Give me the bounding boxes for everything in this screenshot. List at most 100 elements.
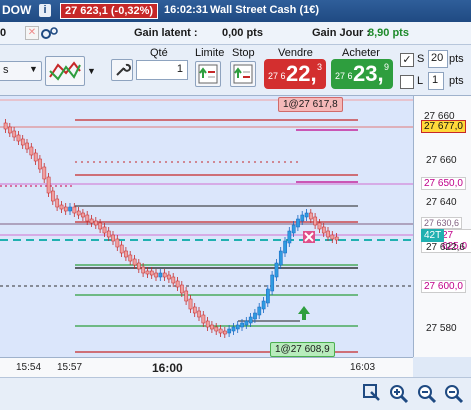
candle (158, 272, 163, 278)
quantity-input[interactable]: 1 (136, 60, 188, 80)
y-tick: 27 580 (426, 323, 457, 334)
buy-button[interactable]: 27 6 23, 9 (331, 59, 393, 89)
candle (167, 274, 171, 280)
stop-order-button[interactable] (230, 61, 256, 87)
stop-checkbox[interactable]: ✓ (400, 53, 414, 67)
candle (154, 272, 158, 278)
candle (244, 320, 249, 326)
buy-price-prefix: 27 6 (335, 71, 353, 81)
wrench-icon[interactable] (111, 59, 133, 81)
candle (20, 138, 25, 146)
limit-distance-input[interactable]: 1 (428, 72, 444, 90)
stop-unit: pts (449, 53, 464, 65)
limit-unit: pts (449, 75, 464, 87)
candle (55, 198, 60, 208)
candle (81, 212, 85, 218)
gain-jour-value: 8,90 pts (368, 27, 409, 39)
candle (334, 236, 339, 241)
sell-price-prefix: 27 6 (268, 71, 286, 81)
quantity-value: 1 (176, 63, 183, 75)
buy-arrow-marker (298, 306, 310, 320)
candle (248, 316, 253, 324)
sell-price-main: 22, (286, 61, 317, 86)
candle (296, 218, 300, 228)
candle (3, 122, 8, 130)
limit-checkbox[interactable] (400, 75, 414, 89)
candle (106, 230, 111, 238)
candle (300, 214, 305, 222)
time-axis: 15:54 15:57 16:00 16:03 (0, 357, 413, 378)
sell-label: Vendre (278, 47, 313, 59)
candle (278, 250, 283, 266)
stop-checkbox-label: S (417, 53, 425, 65)
title-bar: DOW i 27 623,1 (-0,32%) 16:02:31 Wall St… (0, 0, 471, 22)
candle (63, 206, 68, 212)
sell-fill-note: 1@27 617,8 (278, 97, 343, 112)
candle (119, 244, 124, 254)
candle (223, 330, 227, 335)
sell-button[interactable]: 27 6 22, 3 (264, 59, 326, 89)
buy-fill-note: 1@27 608,9 (270, 342, 335, 357)
candle (330, 234, 335, 240)
candle (287, 230, 292, 244)
info-icon[interactable]: i (39, 4, 51, 17)
candle (313, 216, 318, 226)
candle (68, 206, 72, 212)
candle (89, 218, 94, 224)
close-order-marker (303, 231, 315, 243)
candle (162, 272, 167, 278)
candle (38, 158, 42, 170)
zoom-out-icon[interactable] (416, 383, 438, 408)
gain-latent-value: 0,00 pts (222, 27, 263, 39)
stop-distance-input[interactable]: 20 (428, 50, 448, 68)
candle (197, 310, 201, 318)
buy-price-sup: 9 (384, 62, 390, 72)
candle (42, 166, 47, 180)
candle (76, 210, 81, 216)
candle (231, 326, 236, 332)
close-position-icon[interactable]: ✕ (25, 26, 39, 40)
last-price-prefix: 42T (421, 229, 445, 242)
stop-distance-value: 20 (431, 52, 444, 64)
indicators-icon[interactable] (45, 56, 85, 86)
candle (145, 270, 150, 275)
zoom-fit-icon[interactable] (362, 383, 382, 406)
candle (309, 212, 313, 220)
candle (98, 222, 103, 230)
candle (257, 306, 262, 316)
chevron-down-icon[interactable]: ▼ (87, 66, 96, 76)
candle (149, 270, 154, 276)
limit-order-button[interactable] (195, 61, 221, 87)
time-tick: 16:00 (152, 361, 183, 375)
zoom-bar (0, 377, 471, 410)
candle (201, 314, 206, 324)
y-tick: 27 622,6 (426, 242, 465, 253)
candle (261, 300, 266, 310)
candle (205, 320, 210, 328)
candle (291, 224, 296, 234)
candle (141, 266, 146, 274)
price-axis: 27 660 27 677,0 27 660 27 650,0 27 640 2… (413, 96, 471, 357)
buy-price-main: 23, (353, 61, 384, 86)
candle (94, 220, 98, 226)
zoom-out-icon[interactable] (443, 383, 465, 408)
gain-latent-label: Gain latent : (134, 27, 198, 39)
gain-jour-label: Gain Jour : (312, 27, 371, 39)
y-tick: 27 660 (426, 155, 457, 166)
candle (171, 276, 176, 284)
price-chart[interactable]: 1@27 617,8 1@27 608,9 (0, 96, 413, 357)
price-change-badge: 27 623,1 (-0,32%) (60, 3, 159, 19)
candle (321, 226, 326, 234)
candle (59, 204, 64, 210)
candle (8, 126, 12, 134)
level-tag-600: 27 600,0 (421, 280, 466, 293)
zoom-in-icon[interactable] (388, 383, 410, 408)
candle (214, 326, 219, 332)
gears-icon[interactable] (41, 26, 59, 43)
order-toolbar: s ▼ ▼ Qté 1 Limite Stop Vendre 27 6 22, … (0, 45, 471, 96)
timeframe-dropdown[interactable]: s ▼ (0, 61, 42, 81)
candle (46, 176, 51, 194)
candle (111, 234, 115, 242)
candle (326, 230, 330, 238)
qty-label: Qté (150, 47, 168, 59)
